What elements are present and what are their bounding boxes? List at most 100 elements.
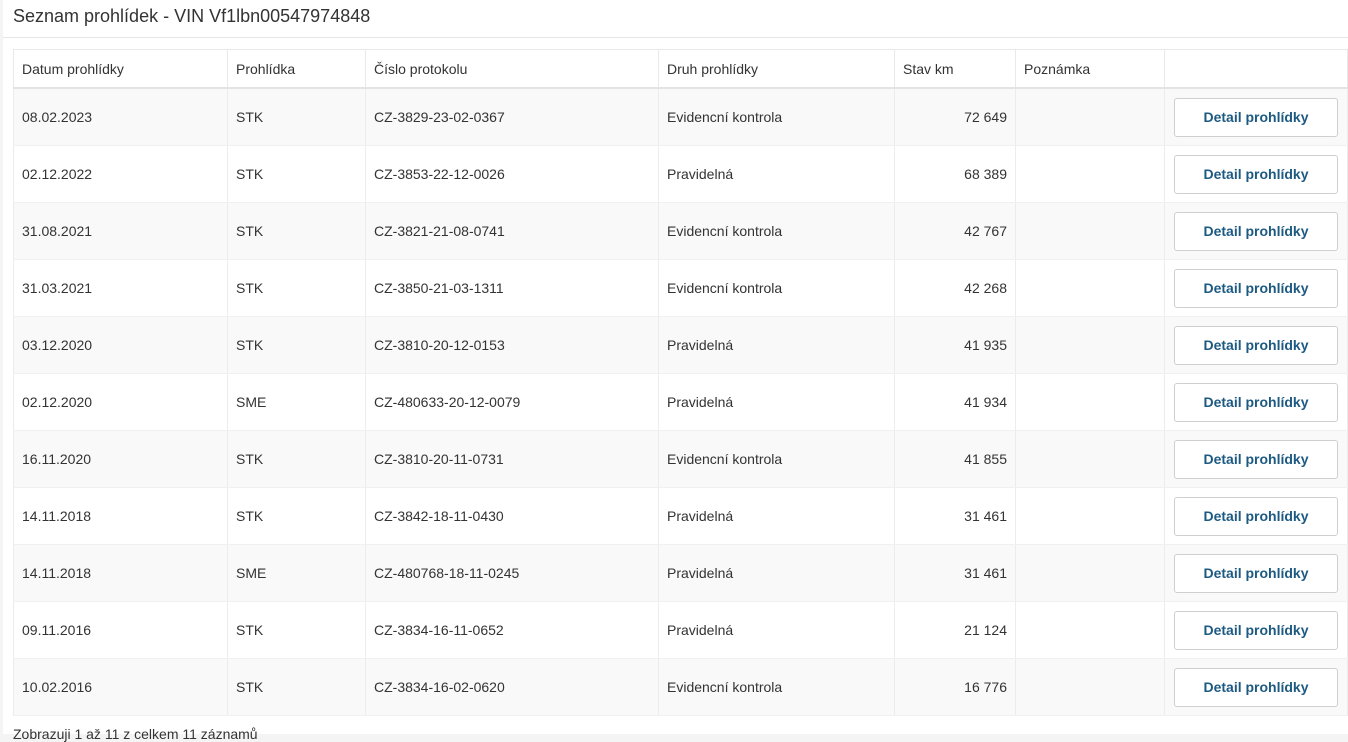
table-row: 31.03.2021 STK CZ-3850-21-03-1311 Evidencní… xyxy=(13,259,1348,317)
cell-druh: Evidencní kontrola xyxy=(658,202,895,260)
cell-druh: Pravidelná xyxy=(658,373,895,431)
cell-action: Detail prohlídky xyxy=(1164,145,1348,203)
table-info: Zobrazuji 1 až 11 z celkem 11 záznamů xyxy=(13,726,258,742)
cell-km: 41 935 xyxy=(894,316,1016,374)
cell-prohlidka: SME xyxy=(227,373,366,431)
cell-action: Detail prohlídky xyxy=(1164,259,1348,317)
cell-action: Detail prohlídky xyxy=(1164,202,1348,260)
cell-poznamka xyxy=(1015,88,1165,146)
cell-poznamka xyxy=(1015,544,1165,602)
cell-protokol: CZ-3853-22-12-0026 xyxy=(365,145,659,203)
column-header-km[interactable]: Stav km xyxy=(894,49,1016,89)
table-row: 16.11.2020 STK CZ-3810-20-11-0731 Evidencní… xyxy=(13,430,1348,488)
table-row: 08.02.2023 STK CZ-3829-23-02-0367 Evidencní… xyxy=(13,88,1348,146)
column-header-protokol[interactable]: Číslo protokolu xyxy=(365,49,659,89)
cell-datum: 02.12.2022 xyxy=(13,145,228,203)
cell-prohlidka: STK xyxy=(227,202,366,260)
cell-prohlidka: STK xyxy=(227,430,366,488)
cell-datum: 14.11.2018 xyxy=(13,487,228,545)
cell-druh: Evidencní kontrola xyxy=(658,88,895,146)
detail-inspection-button[interactable]: Detail prohlídky xyxy=(1174,496,1338,536)
cell-action: Detail prohlídky xyxy=(1164,430,1348,488)
cell-datum: 03.12.2020 xyxy=(13,316,228,374)
title-divider xyxy=(3,37,1348,38)
table-header-row: Datum prohlídky Prohlídka Číslo protokol… xyxy=(13,49,1348,89)
column-header-poznamka[interactable]: Poznámka xyxy=(1015,49,1165,89)
cell-km: 31 461 xyxy=(894,544,1016,602)
column-header-akce xyxy=(1164,49,1348,89)
cell-protokol: CZ-3834-16-11-0652 xyxy=(365,601,659,659)
cell-druh: Pravidelná xyxy=(658,487,895,545)
cell-action: Detail prohlídky xyxy=(1164,658,1348,716)
cell-protokol: CZ-3821-21-08-0741 xyxy=(365,202,659,260)
detail-inspection-button[interactable]: Detail prohlídky xyxy=(1174,439,1338,479)
cell-protokol: CZ-3810-20-12-0153 xyxy=(365,316,659,374)
cell-action: Detail prohlídky xyxy=(1164,544,1348,602)
detail-inspection-button[interactable]: Detail prohlídky xyxy=(1174,610,1338,650)
cell-action: Detail prohlídky xyxy=(1164,316,1348,374)
cell-druh: Evidencní kontrola xyxy=(658,430,895,488)
cell-km: 42 767 xyxy=(894,202,1016,260)
detail-inspection-button[interactable]: Detail prohlídky xyxy=(1174,154,1338,194)
cell-action: Detail prohlídky xyxy=(1164,601,1348,659)
cell-datum: 02.12.2020 xyxy=(13,373,228,431)
cell-protokol: CZ-480633-20-12-0079 xyxy=(365,373,659,431)
detail-inspection-button[interactable]: Detail prohlídky xyxy=(1174,553,1338,593)
cell-druh: Pravidelná xyxy=(658,601,895,659)
cell-km: 72 649 xyxy=(894,88,1016,146)
table-row: 14.11.2018 STK CZ-3842-18-11-0430 Pravideln… xyxy=(13,487,1348,545)
table-row: 02.12.2020 SME CZ-480633-20-12-0079 Pravide… xyxy=(13,373,1348,431)
cell-datum: 14.11.2018 xyxy=(13,544,228,602)
cell-km: 68 389 xyxy=(894,145,1016,203)
cell-action: Detail prohlídky xyxy=(1164,373,1348,431)
table-row: 02.12.2022 STK CZ-3853-22-12-0026 Pravideln… xyxy=(13,145,1348,203)
cell-protokol: CZ-3834-16-02-0620 xyxy=(365,658,659,716)
cell-protokol: CZ-480768-18-11-0245 xyxy=(365,544,659,602)
cell-prohlidka: STK xyxy=(227,88,366,146)
cell-protokol: CZ-3842-18-11-0430 xyxy=(365,487,659,545)
detail-inspection-button[interactable]: Detail prohlídky xyxy=(1174,382,1338,422)
detail-inspection-button[interactable]: Detail prohlídky xyxy=(1174,268,1338,308)
detail-inspection-button[interactable]: Detail prohlídky xyxy=(1174,211,1338,251)
cell-poznamka xyxy=(1015,373,1165,431)
cell-datum: 10.02.2016 xyxy=(13,658,228,716)
cell-km: 41 855 xyxy=(894,430,1016,488)
detail-inspection-button[interactable]: Detail prohlídky xyxy=(1174,97,1338,137)
cell-km: 42 268 xyxy=(894,259,1016,317)
cell-prohlidka: STK xyxy=(227,601,366,659)
cell-action: Detail prohlídky xyxy=(1164,487,1348,545)
cell-prohlidka: STK xyxy=(227,316,366,374)
cell-druh: Pravidelná xyxy=(658,544,895,602)
table-row: 10.02.2016 STK CZ-3834-16-02-0620 Evidencní… xyxy=(13,658,1348,716)
cell-action: Detail prohlídky xyxy=(1164,88,1348,146)
cell-datum: 31.03.2021 xyxy=(13,259,228,317)
cell-druh: Pravidelná xyxy=(658,145,895,203)
cell-km: 31 461 xyxy=(894,487,1016,545)
cell-poznamka xyxy=(1015,202,1165,260)
cell-poznamka xyxy=(1015,487,1165,545)
table-row: 31.08.2021 STK CZ-3821-21-08-0741 Evidencní… xyxy=(13,202,1348,260)
cell-poznamka xyxy=(1015,316,1165,374)
column-header-prohlidka[interactable]: Prohlídka xyxy=(227,49,366,89)
cell-datum: 08.02.2023 xyxy=(13,88,228,146)
cell-poznamka xyxy=(1015,658,1165,716)
cell-km: 16 776 xyxy=(894,658,1016,716)
cell-datum: 09.11.2016 xyxy=(13,601,228,659)
cell-prohlidka: SME xyxy=(227,544,366,602)
cell-poznamka xyxy=(1015,601,1165,659)
page-title: Seznam prohlídek - VIN Vf1lbn00547974848 xyxy=(13,6,371,26)
cell-prohlidka: STK xyxy=(227,145,366,203)
cell-km: 41 934 xyxy=(894,373,1016,431)
column-header-datum[interactable]: Datum prohlídky xyxy=(13,49,228,89)
detail-inspection-button[interactable]: Detail prohlídky xyxy=(1174,667,1338,707)
cell-protokol: CZ-3810-20-11-0731 xyxy=(365,430,659,488)
detail-inspection-button[interactable]: Detail prohlídky xyxy=(1174,325,1338,365)
cell-prohlidka: STK xyxy=(227,487,366,545)
cell-poznamka xyxy=(1015,145,1165,203)
cell-poznamka xyxy=(1015,259,1165,317)
column-header-druh[interactable]: Druh prohlídky xyxy=(658,49,895,89)
cell-druh: Evidencní kontrola xyxy=(658,658,895,716)
cell-prohlidka: STK xyxy=(227,259,366,317)
cell-datum: 31.08.2021 xyxy=(13,202,228,260)
table-row: 09.11.2016 STK CZ-3834-16-11-0652 Pravideln… xyxy=(13,601,1348,659)
